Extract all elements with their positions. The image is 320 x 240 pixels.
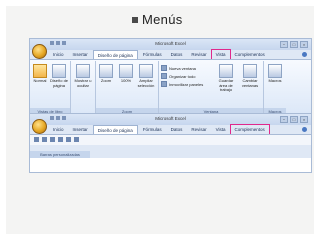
zoom-button[interactable]: Zoom xyxy=(97,64,115,84)
tab-complementos[interactable]: Complementos xyxy=(231,50,269,59)
tab-revisar[interactable]: Revisar xyxy=(187,125,210,134)
tab-inicio[interactable]: Inicio xyxy=(49,50,68,59)
magnifier-icon xyxy=(99,64,113,78)
freeze-icon xyxy=(161,81,167,87)
group-vistas-de-libro: Normal Diseño de página Vistas de libro xyxy=(30,61,71,115)
toolbar-tool-icon[interactable] xyxy=(34,137,39,142)
save-workspace-button[interactable]: Guardar área de trabajo xyxy=(215,64,237,93)
close-button[interactable]: × xyxy=(300,41,308,48)
tab-complementos[interactable]: Complementos xyxy=(229,124,270,135)
maximize-button[interactable]: □ xyxy=(290,116,298,123)
tab-formulas[interactable]: Fórmulas xyxy=(139,125,166,134)
zoom-selection-icon xyxy=(139,64,153,78)
zoom-100-icon xyxy=(119,64,133,78)
zoom-selection-button[interactable]: Ampliar selección xyxy=(137,64,155,88)
minimize-button[interactable]: − xyxy=(280,116,288,123)
toolbar-tool-icon[interactable] xyxy=(58,137,63,142)
close-button[interactable]: × xyxy=(300,116,308,123)
group-ventana: Nueva ventana Organizar todo Inmovilizar… xyxy=(159,61,264,115)
window-title: Microsoft Excel xyxy=(155,41,186,46)
group-show-hide: Mostrar u ocultar xyxy=(71,61,96,115)
toolbar-tool-icon[interactable] xyxy=(42,137,47,142)
excel-window-vista: Microsoft Excel − □ × Inicio Insertar Di… xyxy=(29,38,312,118)
workspace-icon xyxy=(219,64,233,78)
office-button-2[interactable] xyxy=(32,119,47,134)
tab-insertar[interactable]: Insertar xyxy=(69,50,92,59)
slide-title-text: Menús xyxy=(142,12,183,27)
window-controls: − □ × xyxy=(280,41,308,48)
title-bar: Microsoft Excel − □ × xyxy=(30,39,311,50)
minimize-button[interactable]: − xyxy=(280,41,288,48)
help-icon[interactable] xyxy=(302,127,307,132)
tab-inicio[interactable]: Inicio xyxy=(49,125,68,134)
ribbon-vista: Normal Diseño de página Vistas de libro … xyxy=(30,59,311,116)
new-window-button[interactable]: Nueva ventana xyxy=(161,65,196,71)
tab-vista[interactable]: Vista xyxy=(212,125,230,134)
tab-datos[interactable]: Datos xyxy=(167,50,187,59)
window-controls-2: − □ × xyxy=(280,116,308,123)
group-zoom: Zoom 100% Ampliar selección Zoom xyxy=(96,61,159,115)
group-barras-personalizadas: Barras personalizadas xyxy=(30,145,311,159)
toolbar-tool-icon[interactable] xyxy=(74,137,79,142)
macros-button[interactable]: Macros xyxy=(266,64,284,84)
tab-revisar[interactable]: Revisar xyxy=(187,50,210,59)
group-label-barras: Barras personalizadas xyxy=(30,151,90,158)
normal-view-icon xyxy=(33,64,47,78)
switch-windows-button[interactable]: Cambiar ventanas xyxy=(239,64,261,88)
title-bar-2: Microsoft Excel − □ × xyxy=(30,114,311,125)
ribbon-tabs: Inicio Insertar Diseño de página Fórmula… xyxy=(30,49,311,60)
toolbar-tool-icon[interactable] xyxy=(50,137,55,142)
freeze-panes-button[interactable]: Inmovilizar paneles xyxy=(161,81,203,87)
switch-windows-icon xyxy=(243,64,257,78)
zoom-100-button[interactable]: 100% xyxy=(117,64,135,84)
help-icon[interactable] xyxy=(302,52,307,57)
toolbar-tool-icon[interactable] xyxy=(66,137,71,142)
window-title-2: Microsoft Excel xyxy=(155,116,186,121)
page-layout-button[interactable]: Diseño de página xyxy=(50,64,68,88)
bullet-icon xyxy=(132,16,138,23)
ribbon-tabs-2: Inicio Insertar Diseño de página Fórmula… xyxy=(30,124,311,135)
arrange-all-button[interactable]: Organizar todo xyxy=(161,73,195,79)
new-window-icon xyxy=(161,65,167,71)
tab-vista[interactable]: Vista xyxy=(210,49,231,60)
office-button[interactable] xyxy=(32,44,47,59)
maximize-button[interactable]: □ xyxy=(290,41,298,48)
macros-icon xyxy=(268,64,282,78)
show-hide-button[interactable]: Mostrar u ocultar xyxy=(74,64,92,88)
tab-insertar[interactable]: Insertar xyxy=(69,125,92,134)
group-macros: Macros Macros xyxy=(264,61,286,115)
excel-window-complementos: Microsoft Excel − □ × Inicio Insertar Di… xyxy=(29,113,312,173)
arrange-icon xyxy=(161,73,167,79)
show-hide-icon xyxy=(76,64,90,78)
normal-button[interactable]: Normal xyxy=(31,64,49,84)
slide-title: Menús xyxy=(132,12,183,27)
page-layout-icon xyxy=(52,64,66,78)
tab-formulas[interactable]: Fórmulas xyxy=(139,50,166,59)
tab-datos[interactable]: Datos xyxy=(167,125,187,134)
